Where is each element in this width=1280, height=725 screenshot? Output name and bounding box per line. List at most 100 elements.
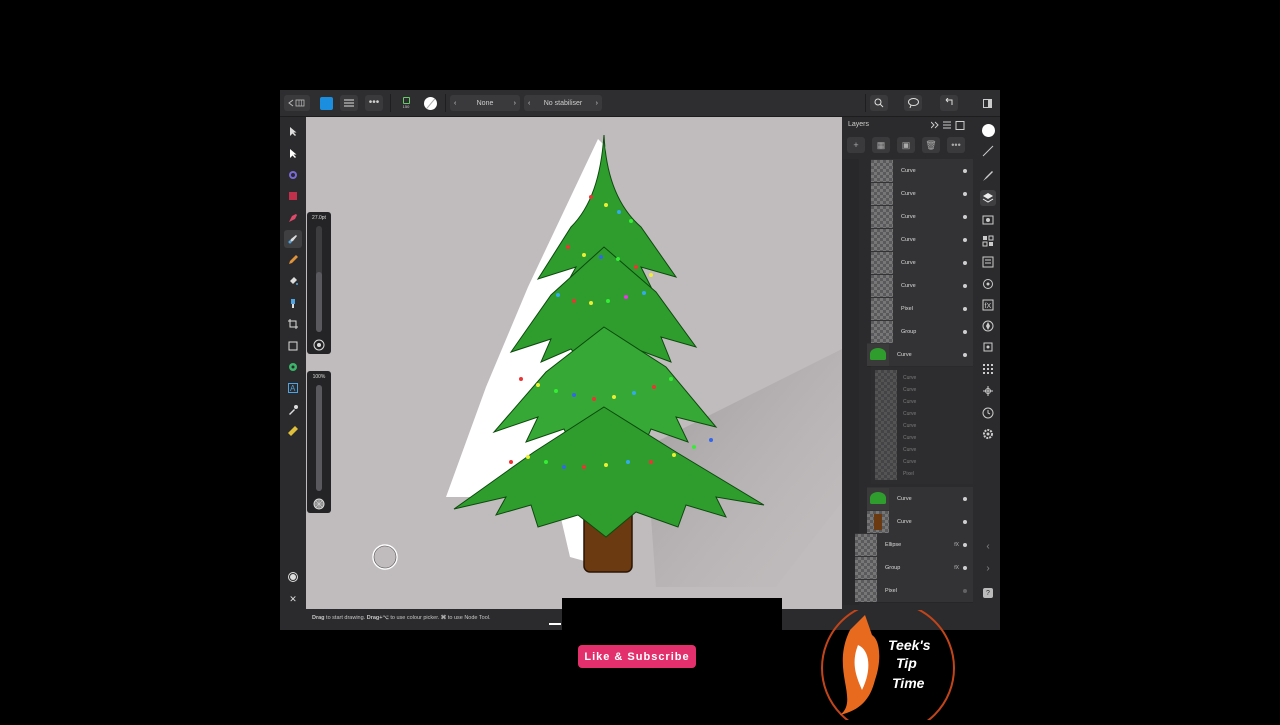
navigator-studio-button[interactable]: [980, 318, 996, 334]
visibility-dot[interactable]: [963, 283, 967, 288]
fx-studio-button[interactable]: fX: [980, 297, 996, 313]
collapse-right-button[interactable]: ›: [980, 560, 996, 576]
visibility-dot[interactable]: [963, 237, 967, 242]
colour-well-icon: [423, 96, 437, 110]
faded-layer-name: Pixel: [903, 471, 914, 477]
brushes-studio-button[interactable]: [980, 168, 996, 184]
corner-tool[interactable]: [284, 166, 302, 184]
assistant-button[interactable]: [904, 95, 922, 111]
colour-studio-button[interactable]: [980, 122, 996, 138]
transparency-tool[interactable]: [284, 294, 302, 312]
crop-icon: [288, 319, 298, 329]
colour-swatch[interactable]: [422, 95, 438, 111]
layer-row[interactable]: Group fX: [855, 556, 973, 580]
shape-tool[interactable]: [284, 358, 302, 376]
toolbar-divider: [865, 94, 866, 112]
guides-studio-button[interactable]: [980, 361, 996, 377]
layer-row[interactable]: Curve: [871, 205, 973, 229]
node-tool[interactable]: [284, 145, 302, 163]
layer-row[interactable]: Curve: [871, 251, 973, 275]
fx-badge: fX: [954, 564, 959, 571]
visibility-dot[interactable]: [963, 542, 967, 547]
history-studio-button[interactable]: [980, 405, 996, 421]
measure-tool[interactable]: [284, 422, 302, 440]
visibility-dot[interactable]: [963, 214, 967, 219]
width-track[interactable]: [316, 226, 322, 332]
text-styles-studio-button[interactable]: [980, 254, 996, 270]
layer-row[interactable]: Ellipse fX: [855, 533, 973, 557]
layer-more-button[interactable]: •••: [947, 137, 965, 153]
text-tool[interactable]: A: [284, 379, 302, 397]
faded-layer-name: Curve: [903, 387, 917, 393]
documents-button[interactable]: [284, 95, 310, 111]
visibility-dot[interactable]: [963, 565, 967, 570]
visibility-dot[interactable]: [963, 260, 967, 265]
delete-layer-button[interactable]: 🗑: [922, 137, 940, 153]
styles-icon: [982, 235, 994, 247]
undo-button[interactable]: [940, 95, 958, 111]
layer-row[interactable]: Curve: [871, 274, 973, 298]
settings-studio-button[interactable]: [980, 426, 996, 442]
blend-mode-selector[interactable]: ‹ None ›: [450, 95, 520, 111]
visibility-dot[interactable]: [963, 588, 967, 593]
layer-row[interactable]: Curve: [867, 510, 973, 534]
visibility-dot[interactable]: [963, 329, 967, 334]
zoom-button[interactable]: [870, 95, 888, 111]
width-slider[interactable]: 27.0pt: [307, 212, 331, 354]
help-button[interactable]: ?: [980, 585, 996, 601]
add-pixel-layer-button[interactable]: ▦: [872, 137, 890, 153]
colour-picker-tool[interactable]: [284, 401, 302, 419]
more-button[interactable]: •••: [365, 95, 383, 111]
redaction-box: [562, 598, 782, 630]
effects-studio-button[interactable]: [980, 212, 996, 228]
document-canvas[interactable]: [306, 117, 842, 609]
stroke-studio-button[interactable]: [980, 143, 996, 159]
fx-badge: fX: [954, 541, 959, 548]
visibility-dot[interactable]: [963, 352, 967, 357]
vector-brush-tool[interactable]: [284, 230, 302, 248]
hand-tool[interactable]: [284, 568, 302, 586]
layer-row[interactable]: Pixel: [855, 579, 973, 603]
add-layer-button[interactable]: +: [847, 137, 865, 153]
opacity-track[interactable]: [316, 385, 322, 491]
opacity-slider[interactable]: 100%: [307, 371, 331, 513]
visibility-dot[interactable]: [963, 168, 967, 173]
layer-row[interactable]: Pixel: [871, 297, 973, 321]
rectangle-tool[interactable]: [284, 337, 302, 355]
snapping-studio-button[interactable]: [980, 383, 996, 399]
layer-thumbnail: [871, 320, 893, 343]
close-button[interactable]: ✕: [284, 590, 302, 608]
brush-size-button[interactable]: 150: [397, 95, 415, 111]
layer-row[interactable]: Curve: [867, 487, 973, 511]
transparency-icon: [291, 299, 295, 308]
layer-row[interactable]: Curve: [871, 159, 973, 183]
layer-row[interactable]: Group: [871, 320, 973, 344]
add-mask-button[interactable]: ▣: [897, 137, 915, 153]
visibility-dot[interactable]: [963, 519, 967, 524]
transform-studio-button[interactable]: [980, 339, 996, 355]
visibility-dot[interactable]: [963, 496, 967, 501]
visibility-dot[interactable]: [963, 191, 967, 196]
layers-studio-button[interactable]: [980, 190, 996, 206]
fill-tool[interactable]: [284, 272, 302, 290]
styles-studio-button[interactable]: [980, 233, 996, 249]
visibility-dot[interactable]: [963, 306, 967, 311]
layer-row[interactable]: Curve: [871, 182, 973, 206]
width-value: 27.0pt: [312, 215, 326, 221]
panel-options-icons[interactable]: [931, 121, 965, 130]
pen-tool[interactable]: [284, 209, 302, 227]
persona-button[interactable]: [317, 95, 335, 111]
collapse-left-button[interactable]: ‹: [980, 538, 996, 554]
layer-row[interactable]: Curve: [867, 343, 973, 367]
logo-line-3: Time: [892, 675, 925, 691]
vector-crop-tool[interactable]: [284, 187, 302, 205]
stabiliser-selector[interactable]: ‹ No stabiliser ›: [524, 95, 602, 111]
crop-tool[interactable]: [284, 315, 302, 333]
like-subscribe-badge[interactable]: Like & Subscribe: [578, 645, 696, 668]
layer-row[interactable]: Curve: [871, 228, 973, 252]
move-tool[interactable]: [284, 123, 302, 141]
menu-button[interactable]: [340, 95, 358, 111]
symbols-studio-button[interactable]: [980, 276, 996, 292]
pencil-tool[interactable]: [284, 251, 302, 269]
studio-toggle-button[interactable]: [978, 95, 996, 111]
